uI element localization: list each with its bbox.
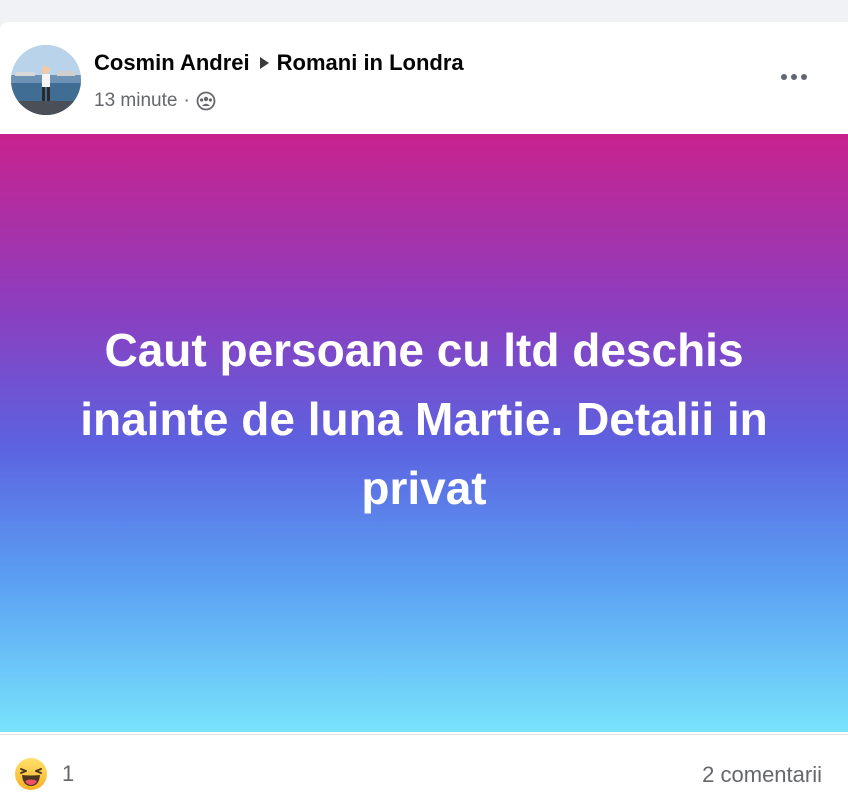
post-meta: 13 minute · — [94, 90, 216, 112]
group-name[interactable]: Romani in Londra — [277, 50, 464, 76]
post-text: Caut persoane cu ltd deschis inainte de … — [80, 323, 768, 514]
more-dot — [801, 74, 807, 80]
comments-count-link[interactable]: 2 comentarii — [702, 762, 822, 788]
post-background: Caut persoane cu ltd deschis inainte de … — [0, 134, 848, 732]
reactions-summary[interactable]: 1 — [14, 757, 74, 791]
post-card: Cosmin Andrei Romani in Londra 13 minute… — [0, 22, 848, 800]
author-avatar[interactable] — [11, 45, 81, 115]
arrow-right-icon — [259, 57, 269, 69]
more-options-icon — [781, 74, 787, 80]
meta-separator: · — [183, 90, 190, 111]
reaction-count: 1 — [62, 761, 75, 786]
group-audience-icon — [196, 91, 216, 111]
haha-reaction-icon — [15, 758, 47, 790]
author-line: Cosmin Andrei Romani in Londra — [94, 50, 464, 76]
more-options-button[interactable] — [776, 62, 812, 92]
more-dot — [791, 74, 797, 80]
author-name[interactable]: Cosmin Andrei — [94, 50, 250, 76]
post-header: Cosmin Andrei Romani in Londra 13 minute… — [0, 22, 848, 134]
post-time[interactable]: 13 minute — [94, 90, 177, 112]
post-footer: 1 2 comentarii — [0, 734, 848, 800]
